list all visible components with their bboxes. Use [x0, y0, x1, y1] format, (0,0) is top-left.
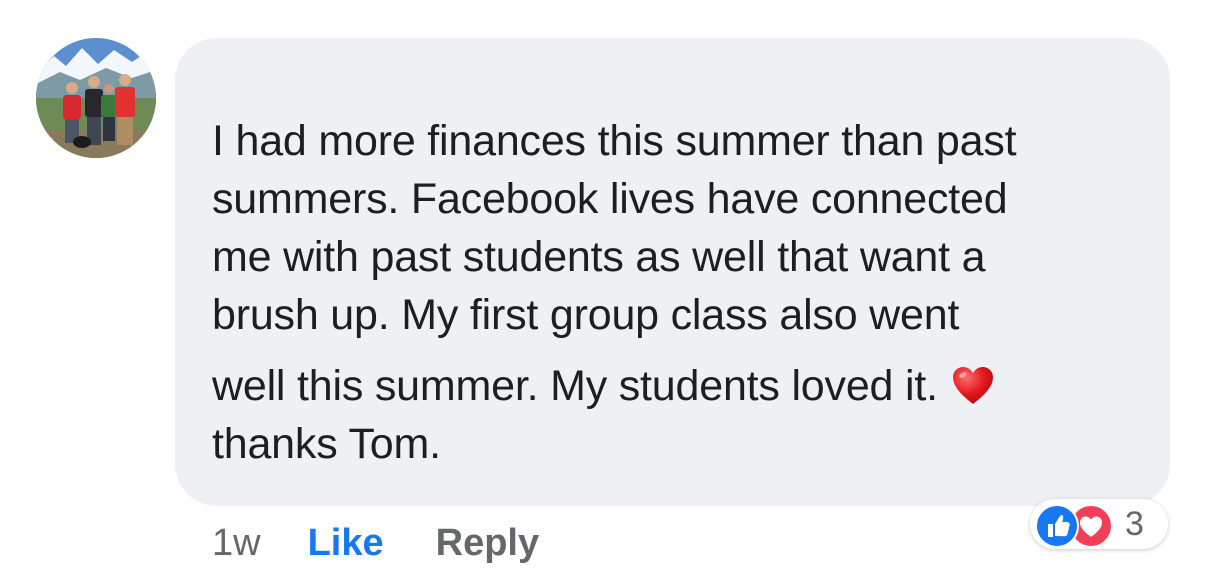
comment-text-line: thanks Tom. [212, 420, 441, 468]
comment-text: I had more finances this summer than pas… [212, 112, 1152, 473]
comment-text-line: me with past students as well that want … [212, 233, 986, 281]
like-reaction-icon [1035, 504, 1079, 548]
red-heart-emoji-icon [952, 366, 994, 406]
reaction-count: 3 [1125, 505, 1144, 543]
comment: I had more finances this summer than pas… [0, 0, 1210, 574]
comment-actions: 1w Like Reply [212, 518, 539, 568]
comment-text-line: I had more finances this summer than pas… [212, 117, 1017, 165]
avatar[interactable] [36, 38, 156, 158]
reply-button[interactable]: Reply [436, 522, 539, 565]
profile-photo-avatar-icon [36, 38, 156, 158]
comment-text-line: brush up. My first group class also went [212, 291, 960, 339]
reactions-summary[interactable]: 3 [1030, 499, 1168, 549]
comment-text-line: well this summer. My students loved it. [212, 362, 938, 410]
comment-text-line-with-emoji: well this summer. My students loved it. [212, 357, 1152, 415]
comment-text-line: summers. Facebook lives have connected [212, 175, 1008, 223]
like-button[interactable]: Like [308, 522, 384, 565]
timestamp[interactable]: 1w [212, 522, 261, 565]
